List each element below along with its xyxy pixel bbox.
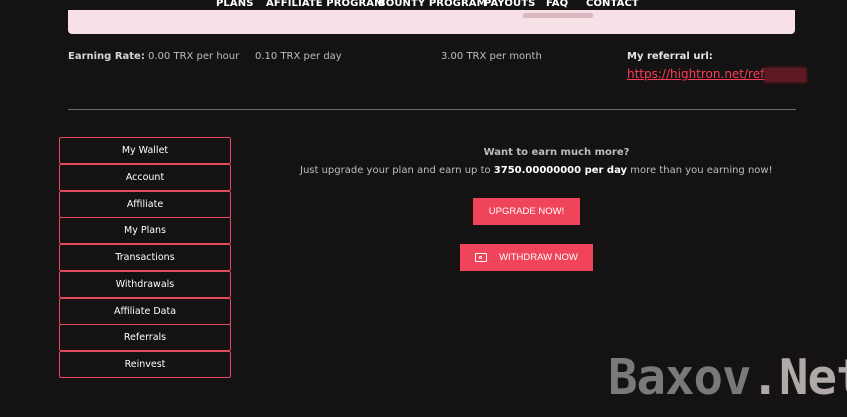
upsell-text: Just upgrade your plan and earn up to 37… — [300, 165, 773, 176]
withdraw-now-label: WITHDRAW NOW — [499, 252, 578, 263]
earning-rate-hour-value: 0.00 TRX per hour — [148, 51, 240, 62]
upsell-text-before: Just upgrade your plan and earn up to — [300, 165, 494, 176]
nav-bounty-program[interactable]: BOUNTY PROGRAM — [378, 0, 487, 9]
sidebar-item-withdrawals[interactable]: Withdrawals — [59, 271, 231, 298]
referral-url-label: My referral url: — [627, 51, 713, 62]
referral-url-redaction — [764, 67, 807, 83]
withdraw-now-button[interactable]: WITHDRAW NOW — [460, 244, 593, 271]
earning-rate-day: 0.10 TRX per day — [255, 51, 342, 62]
upsell-amount: 3750.00000000 per day — [493, 165, 628, 176]
sidebar-item-my-wallet[interactable]: My Wallet — [59, 137, 231, 164]
sidebar-item-my-plans[interactable]: My Plans — [59, 217, 231, 244]
nav-affiliate-program[interactable]: AFFILIATE PROGRAM — [266, 0, 384, 9]
referral-url-link[interactable]: https://hightron.net/ref/ — [627, 67, 768, 81]
section-divider — [68, 109, 796, 110]
watermark: Baxov.Net — [608, 349, 847, 406]
upsell-title: Want to earn much more? — [483, 147, 630, 158]
watermark-part2: .Net — [750, 349, 847, 406]
watermark-part1: Baxov — [608, 349, 752, 406]
sidebar-item-account[interactable]: Account — [59, 164, 231, 191]
earning-rate-month: 3.00 TRX per month — [441, 51, 542, 62]
upgrade-now-label: UPGRADE NOW! — [488, 206, 565, 217]
money-icon — [475, 253, 488, 262]
earning-rate-label: Earning Rate: — [68, 51, 145, 62]
nav-payouts[interactable]: PAYOUTS — [484, 0, 535, 9]
sidebar-item-referrals[interactable]: Referrals — [59, 324, 231, 351]
nav-faq[interactable]: FAQ — [546, 0, 568, 9]
sidebar-item-affiliate[interactable]: Affiliate — [59, 191, 231, 218]
alert-text-fragment — [523, 13, 593, 18]
sidebar-item-affiliate-data[interactable]: Affiliate Data — [59, 298, 231, 325]
earning-rate-hour: Earning Rate: 0.00 TRX per hour — [68, 51, 239, 62]
sidebar-item-transactions[interactable]: Transactions — [59, 244, 231, 271]
upsell-text-after: more than you earning now! — [627, 165, 773, 176]
upgrade-now-button[interactable]: UPGRADE NOW! — [473, 198, 580, 225]
nav-plans[interactable]: PLANS — [216, 0, 254, 9]
sidebar-item-reinvest[interactable]: Reinvest — [59, 351, 231, 378]
nav-contact[interactable]: CONTACT — [586, 0, 639, 9]
alert-banner — [68, 10, 795, 34]
